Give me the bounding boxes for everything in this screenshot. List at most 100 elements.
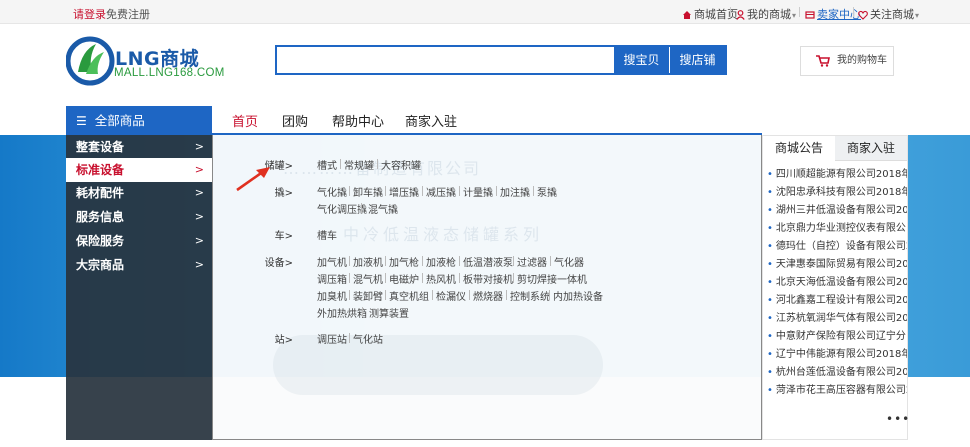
all-categories-button[interactable]: ☰ 全部商品 [66,106,212,135]
category-link[interactable]: 内加热设备 [553,288,603,303]
sidebar-item-label: 整套设备 [76,140,125,154]
category-link[interactable]: 泵撬 [537,184,557,199]
category-link[interactable]: 加液枪 [426,254,456,269]
sidebar-item-service-info[interactable]: 服务信息 > [66,205,212,229]
cart-icon [816,55,830,67]
heart-icon [858,10,868,20]
category-link[interactable]: 大容积罐 [381,157,421,172]
category-link[interactable]: 检漏仪 [436,288,466,303]
divider [432,290,433,300]
divider [730,7,731,17]
notice-item[interactable]: •四川顺超能源有限公司2018年1… [767,167,907,183]
notice-item-text: 辽宁中伟能源有限公司2018年9… [775,349,907,360]
category-link[interactable]: 减压撬 [426,184,456,199]
follow-menu[interactable]: 关注商城▾ [858,6,919,22]
category-link[interactable]: 调压站 [317,331,347,346]
category-link[interactable]: 卸车撬 [353,184,383,199]
category-link[interactable]: 过滤器 [517,254,547,269]
notice-item[interactable]: •河北鑫嘉工程设计有限公司201… [767,293,907,309]
more-link[interactable]: ••• [886,412,910,426]
sidebar-item-complete-sets[interactable]: 整套设备 > [66,135,212,159]
notice-item[interactable]: •天津惠泰国际贸易有限公司201… [767,257,907,273]
bullet-icon: • [767,169,773,180]
notice-item[interactable]: •沈阳忠承科技有限公司2018年1… [767,185,907,201]
category-link[interactable]: 测算装置 [369,305,409,320]
category-link[interactable]: 混气机 [353,271,383,286]
notice-item-text: 中意财产保险有限公司辽宁分… [775,331,907,342]
category-link[interactable]: 气化器 [554,254,584,269]
category-link[interactable]: 常规罐 [344,157,374,172]
category-link[interactable]: 调压箱 [317,271,347,286]
sidebar-item-label: 服务信息 [76,210,125,224]
nav-group-buy[interactable]: 团购 [282,111,308,130]
bullet-icon: • [767,205,773,216]
category-link[interactable]: 控制系统 [510,288,550,303]
category-link[interactable]: 剪切焊接一体机 [517,271,587,286]
category-link[interactable]: 燃烧器 [473,288,503,303]
nav-help-center[interactable]: 帮助中心 [332,111,384,130]
notice-item[interactable]: •江苏杭氧润华气体有限公司201… [767,311,907,327]
bullet-icon: • [767,313,773,324]
divider [385,273,386,283]
search-bar: 搜宝贝 搜店铺 [275,45,727,75]
category-link[interactable]: 槽式 [317,157,337,172]
banner-watermark: 中冷低温液态储罐系列 [343,225,544,244]
my-mall-menu[interactable]: 我的商城▾ [736,6,796,22]
category-link[interactable]: 加液机 [353,254,383,269]
register-link[interactable]: 免费注册 [106,6,150,22]
notice-item[interactable]: •湖州三井低温设备有限公司201… [767,203,907,219]
notice-item[interactable]: •德玛仕（自控）设备有限公司2… [767,239,907,255]
category-link[interactable]: 增压撬 [389,184,419,199]
home-icon [683,11,691,19]
notice-item[interactable]: •菏泽市花王高压容器有限公司2… [767,383,907,399]
bullet-icon: • [767,295,773,306]
notice-item[interactable]: • 北京鼎力华业测控仪表有限公… [767,221,907,237]
search-input[interactable] [277,47,612,73]
category-link[interactable]: 外加热烘箱 [317,305,367,320]
category-link[interactable]: 电磁炉 [389,271,419,286]
category-link[interactable]: 加臭机 [317,288,347,303]
tab-merchant-join[interactable]: 商家入驻 [835,136,907,161]
category-link[interactable]: 气化调压撬 [317,201,367,216]
category-link[interactable]: 板带对接机 [463,271,513,286]
cart-button[interactable]: 我的购物车 [800,46,894,76]
divider [549,290,550,300]
sidebar-item-insurance[interactable]: 保险服务 > [66,229,212,253]
sidebar-item-label: 保险服务 [76,234,125,248]
nav-home[interactable]: 首页 [232,111,258,130]
category-link[interactable]: 加气枪 [389,254,419,269]
notice-box: 商城公告 商家入驻 •四川顺超能源有限公司2018年1… •沈阳忠承科技有限公司… [762,135,910,440]
category-link[interactable]: 气化撬 [317,184,347,199]
category-label-equipment[interactable]: 设备> [253,254,293,269]
logo-url: MALL.LNG168.COM [114,67,225,79]
notice-item[interactable]: •北京天海低温设备有限公司201… [767,275,907,291]
category-label-vehicles[interactable]: 车> [253,227,293,242]
category-link[interactable]: 真空机组 [389,288,429,303]
category-link[interactable]: 加气机 [317,254,347,269]
category-link[interactable]: 计量撬 [463,184,493,199]
nav-merchant-join[interactable]: 商家入驻 [405,111,457,130]
divider [362,307,363,317]
login-link[interactable]: 请登录 [73,6,106,22]
search-goods-button[interactable]: 搜宝贝 [614,47,669,73]
category-link[interactable]: 槽车 [317,227,337,242]
category-link[interactable]: 加注撬 [500,184,530,199]
follow-label: 关注商城 [870,8,914,21]
notice-item[interactable]: •杭州台莲低温设备有限公司201… [767,365,907,381]
category-link[interactable]: 混气撬 [368,201,398,216]
category-label-stations[interactable]: 站> [253,331,293,346]
sidebar-item-consumables[interactable]: 耗材配件 > [66,181,212,205]
tab-mall-notice[interactable]: 商城公告 [763,136,835,161]
sidebar-item-bulk-goods[interactable]: 大宗商品 > [66,253,212,277]
category-link[interactable]: 低温潜液泵 [463,254,513,269]
sidebar-item-standard-equipment[interactable]: 标准设备 > [66,158,212,182]
divider [422,256,423,266]
notice-item[interactable]: • 中意财产保险有限公司辽宁分… [767,329,907,345]
category-link[interactable]: 热风机 [426,271,456,286]
bullet-icon: • [767,349,773,360]
category-link[interactable]: 装卸臂 [353,288,383,303]
category-link[interactable]: 气化站 [353,331,383,346]
search-shop-button[interactable]: 搜店铺 [670,47,725,73]
notice-item[interactable]: •辽宁中伟能源有限公司2018年9… [767,347,907,363]
sidebar-item-label: 耗材配件 [76,186,125,200]
